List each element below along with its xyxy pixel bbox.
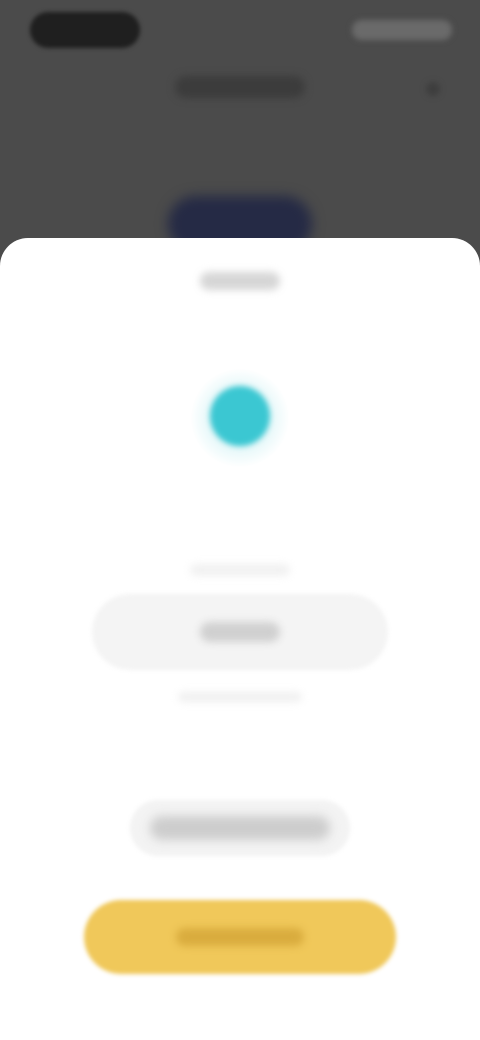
status-bar <box>0 0 480 64</box>
input-hint-above <box>190 564 290 576</box>
menu-icon[interactable] <box>426 82 440 96</box>
status-indicator <box>210 386 270 446</box>
page-title <box>175 76 305 98</box>
input-value-text <box>200 622 280 642</box>
status-time <box>30 12 140 48</box>
secondary-button-label <box>150 816 330 840</box>
bottom-sheet <box>0 238 480 1040</box>
primary-button-label <box>176 928 304 946</box>
status-icons <box>352 20 452 40</box>
input-hint-below <box>178 692 302 702</box>
sheet-title <box>200 272 280 290</box>
app-screen <box>0 0 480 1040</box>
